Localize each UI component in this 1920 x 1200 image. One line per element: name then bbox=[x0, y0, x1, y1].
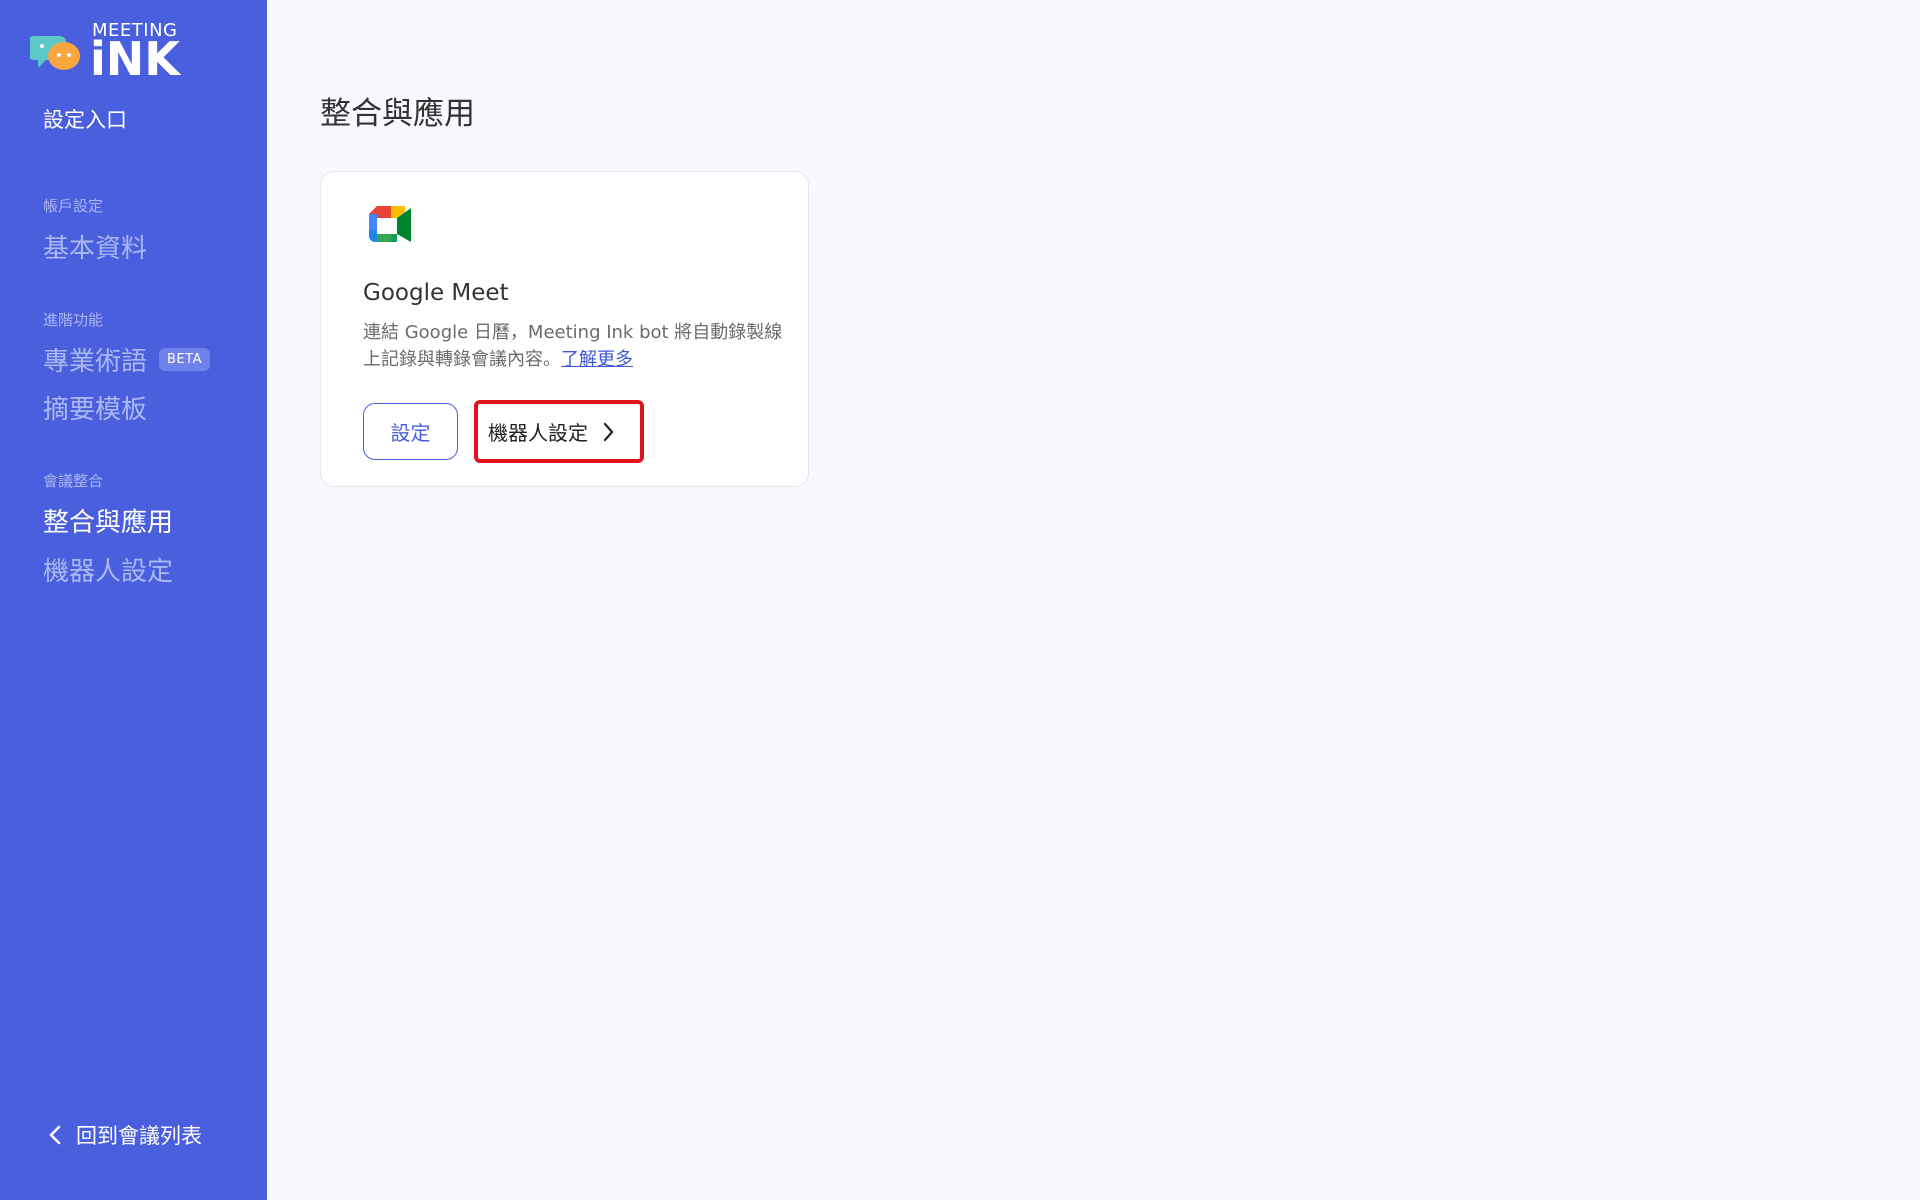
chat-bubbles-icon bbox=[30, 36, 80, 70]
sidebar-item-integrations[interactable]: 整合與應用 bbox=[43, 502, 173, 539]
sidebar-item-label: 摘要模板 bbox=[43, 395, 148, 425]
google-meet-card: Google Meet 連結 Google 日曆，Meeting Ink bot… bbox=[320, 171, 809, 487]
bot-settings-button[interactable]: 機器人設定 bbox=[474, 400, 644, 463]
section-label-account: 帳戶設定 bbox=[43, 197, 104, 215]
section-label-meeting-integration: 會議整合 bbox=[43, 472, 104, 490]
settings-entry-title: 設定入口 bbox=[43, 108, 127, 132]
beta-badge: BETA bbox=[159, 348, 210, 371]
sidebar-item-label: 機器人設定 bbox=[43, 557, 174, 587]
setup-button[interactable]: 設定 bbox=[363, 403, 458, 460]
sidebar-item-label: 專業術語 bbox=[43, 347, 148, 377]
page-title: 整合與應用 bbox=[320, 96, 475, 132]
learn-more-link[interactable]: 了解更多 bbox=[561, 349, 633, 370]
integration-name: Google Meet bbox=[363, 280, 509, 306]
sidebar-item-terminology[interactable]: 專業術語 BETA bbox=[43, 341, 210, 378]
meeting-ink-logo[interactable]: MEETING iNK bbox=[30, 18, 180, 82]
chevron-left-icon bbox=[49, 1125, 61, 1145]
logo-ink-text: iNK bbox=[90, 32, 180, 86]
bot-settings-label: 機器人設定 bbox=[488, 421, 588, 445]
sidebar: MEETING iNK 設定入口 帳戶設定 基本資料 進階功能 專業術語 BET… bbox=[0, 0, 267, 1200]
google-meet-icon bbox=[369, 206, 411, 242]
back-link-label: 回到會議列表 bbox=[76, 1124, 202, 1148]
sidebar-item-label: 整合與應用 bbox=[43, 508, 174, 538]
sidebar-item-label: 基本資料 bbox=[43, 234, 148, 264]
chevron-right-icon bbox=[603, 422, 614, 441]
sidebar-item-basic-info[interactable]: 基本資料 bbox=[43, 228, 147, 265]
section-label-advanced: 進階功能 bbox=[43, 311, 104, 329]
back-to-meeting-list-link[interactable]: 回到會議列表 bbox=[48, 1120, 202, 1150]
sidebar-item-summary-template[interactable]: 摘要模板 bbox=[43, 389, 147, 426]
integration-description: 連結 Google 日曆，Meeting Ink bot 將自動錄製線上記錄與轉… bbox=[363, 319, 783, 373]
sidebar-item-bot-settings[interactable]: 機器人設定 bbox=[43, 551, 173, 588]
